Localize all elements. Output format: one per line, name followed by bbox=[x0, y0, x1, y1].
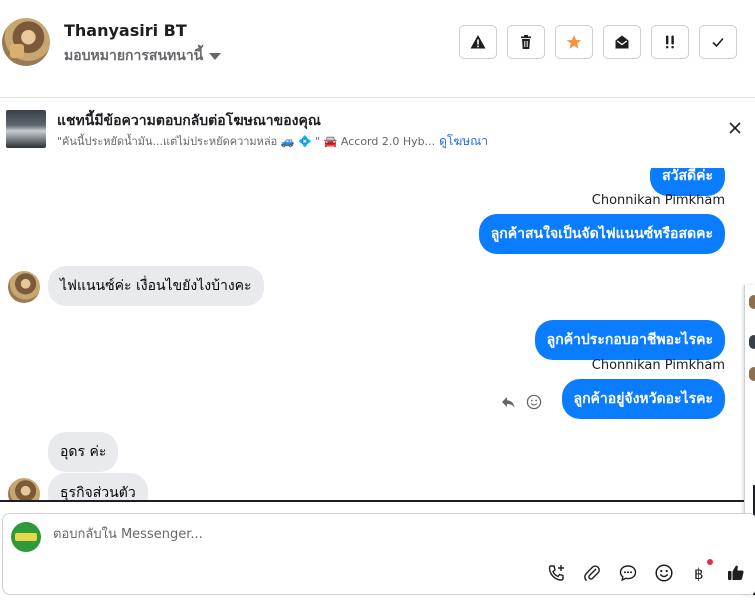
caret-down-icon bbox=[209, 53, 222, 60]
message-incoming[interactable]: ธุรกิจส่วนตัว bbox=[48, 473, 148, 500]
spam-button[interactable] bbox=[459, 25, 497, 59]
message-outgoing[interactable]: ลูกค้าประกอบอาชีพอะไรคะ bbox=[534, 320, 725, 360]
emoji-button[interactable] bbox=[653, 562, 675, 584]
message-outgoing[interactable]: สวัสดีค่ะ bbox=[650, 168, 725, 196]
svg-text:฿: ฿ bbox=[694, 565, 704, 583]
follow-up-button[interactable] bbox=[651, 25, 689, 59]
paperclip-icon bbox=[584, 565, 600, 582]
side-avatar bbox=[749, 367, 755, 381]
contact-avatar[interactable] bbox=[2, 18, 50, 66]
mark-done-button[interactable] bbox=[699, 25, 737, 59]
emoji-icon bbox=[655, 564, 673, 582]
contact-avatar-small bbox=[8, 271, 40, 303]
sender-label: Chonnikan Pimkham bbox=[591, 193, 725, 208]
reply-composer: ฿ bbox=[2, 513, 755, 595]
view-ad-link[interactable]: ดูโฆษณา bbox=[439, 134, 488, 148]
attach-button[interactable] bbox=[581, 562, 603, 584]
follow-up-icon bbox=[666, 35, 674, 49]
ad-caption: "คันนี้ประหยัดน้ำมัน...แต่ไม่ประหยัดความ… bbox=[57, 135, 436, 148]
thread-divider bbox=[0, 500, 744, 502]
delete-button[interactable] bbox=[507, 25, 545, 59]
message-incoming[interactable]: ไฟแนนซ์ค่ะ เงื่อนไขยังไงบ้างคะ bbox=[48, 266, 264, 306]
baht-icon: ฿ bbox=[694, 565, 704, 583]
message-outgoing[interactable]: ลูกค้าอยู่จังหวัดอะไรคะ bbox=[561, 379, 725, 419]
like-button[interactable] bbox=[725, 562, 747, 584]
payment-button[interactable]: ฿ bbox=[689, 559, 713, 584]
assign-label: มอบหมายการสนทนานี้ bbox=[64, 48, 204, 64]
ad-thumbnail[interactable] bbox=[6, 110, 46, 148]
trash-icon bbox=[521, 35, 531, 49]
page-avatar bbox=[11, 522, 41, 552]
composer-toolbar: ฿ bbox=[545, 559, 747, 584]
sender-label: Chonnikan Pimkham bbox=[591, 358, 725, 373]
side-thumbnail bbox=[749, 335, 755, 349]
message-thread[interactable]: สวัสดีค่ะ Chonnikan Pimkham ลูกค้าสนใจเป… bbox=[0, 168, 755, 500]
star-icon bbox=[566, 35, 582, 49]
notification-dot bbox=[707, 559, 713, 565]
message-incoming[interactable]: อุดร ค่ะ bbox=[48, 432, 119, 472]
checkmark-icon bbox=[712, 37, 724, 48]
ad-reply-banner: แชทนี้มีข้อความตอบกลับต่อโฆษณาของคุณ "คั… bbox=[0, 97, 755, 170]
ad-banner-subtitle: "คันนี้ประหยัดน้ำมัน...แต่ไม่ประหยัดความ… bbox=[57, 132, 488, 151]
reply-icon[interactable] bbox=[500, 394, 516, 410]
saved-replies-button[interactable] bbox=[617, 562, 639, 584]
call-add-icon bbox=[548, 565, 564, 581]
star-button[interactable] bbox=[555, 25, 593, 59]
chat-bubble-icon bbox=[619, 565, 637, 582]
assign-conversation-dropdown[interactable]: มอบหมายการสนทนานี้ bbox=[64, 45, 222, 67]
side-avatar bbox=[749, 295, 755, 309]
message-outgoing[interactable]: ลูกค้าสนใจเป็นจัดไฟแนนซ์หรือสดคะ bbox=[478, 214, 725, 254]
call-add-button[interactable] bbox=[545, 562, 567, 584]
react-emoji-icon[interactable] bbox=[526, 394, 542, 410]
contact-name[interactable]: Thanyasiri BT bbox=[64, 21, 187, 40]
ad-banner-title: แชทนี้มีข้อความตอบกลับต่อโฆษณาของคุณ bbox=[57, 113, 321, 129]
conversation-header: Thanyasiri BT มอบหมายการสนทนานี้ bbox=[0, 0, 755, 88]
close-icon[interactable] bbox=[727, 120, 743, 136]
open-envelope-icon bbox=[615, 35, 629, 49]
thumbs-up-icon bbox=[728, 565, 744, 580]
warning-icon bbox=[470, 35, 486, 49]
reply-input[interactable] bbox=[51, 526, 535, 543]
mark-unread-button[interactable] bbox=[603, 25, 641, 59]
contact-avatar-small bbox=[8, 478, 40, 500]
message-actions bbox=[500, 394, 542, 410]
